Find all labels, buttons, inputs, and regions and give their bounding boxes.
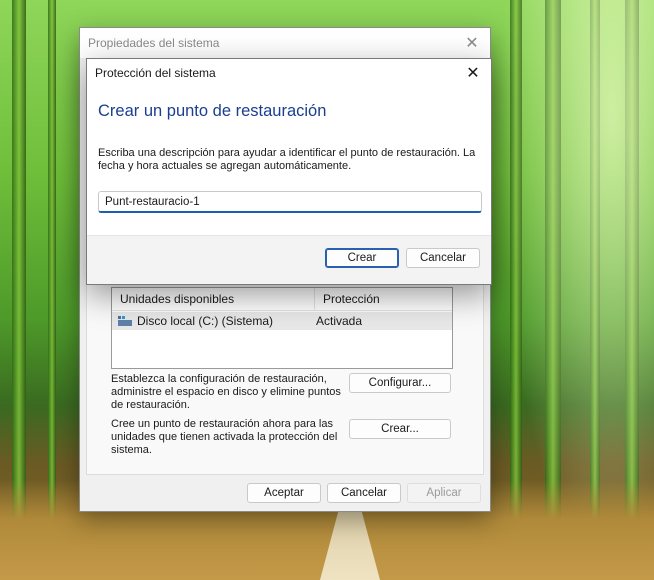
dialog-heading: Crear un punto de restauración xyxy=(98,102,327,120)
drive-icon xyxy=(118,316,132,326)
column-header-protection[interactable]: Protección xyxy=(315,288,380,310)
apply-button: Aplicar xyxy=(407,483,481,503)
protection-cell: Activada xyxy=(316,314,363,328)
column-header-drives[interactable]: Unidades disponibles xyxy=(112,288,315,310)
drives-table-header: Unidades disponibles Protección xyxy=(112,288,452,311)
parent-titlebar: Propiedades del sistema ✕ xyxy=(80,28,490,58)
drives-table: Unidades disponibles Protección Disco lo… xyxy=(111,287,453,369)
child-titlebar: Protección del sistema ✕ xyxy=(87,59,491,87)
table-row[interactable]: Disco local (C:) (Sistema) Activada xyxy=(112,312,452,330)
dialog-footer: Crear Cancelar xyxy=(87,235,491,284)
create-button[interactable]: Crear xyxy=(325,248,399,268)
configure-button[interactable]: Configurar... xyxy=(349,373,451,393)
parent-close-icon[interactable]: ✕ xyxy=(462,33,482,53)
parent-title: Propiedades del sistema xyxy=(88,36,220,50)
create-description: Cree un punto de restauración ahora para… xyxy=(111,418,338,456)
instructions-text: Escriba una descripción para ayudar a id… xyxy=(98,147,476,172)
create-restore-point-button[interactable]: Crear... xyxy=(349,419,451,439)
drive-name: Disco local (C:) (Sistema) xyxy=(137,314,274,328)
drive-cell: Disco local (C:) (Sistema) xyxy=(112,314,308,328)
system-protection-panel: Unidades disponibles Protección Disco lo… xyxy=(86,278,484,475)
cancel-button[interactable]: Cancelar xyxy=(406,248,480,268)
child-close-icon[interactable]: ✕ xyxy=(463,63,483,83)
ok-button[interactable]: Aceptar xyxy=(247,483,321,503)
child-title: Protección del sistema xyxy=(95,66,216,80)
parent-cancel-button[interactable]: Cancelar xyxy=(327,483,401,503)
system-protection-dialog: Protección del sistema ✕ Crear un punto … xyxy=(86,58,492,285)
config-description: Establezca la configuración de restaurac… xyxy=(111,373,341,411)
restore-point-description-input[interactable] xyxy=(98,191,482,213)
